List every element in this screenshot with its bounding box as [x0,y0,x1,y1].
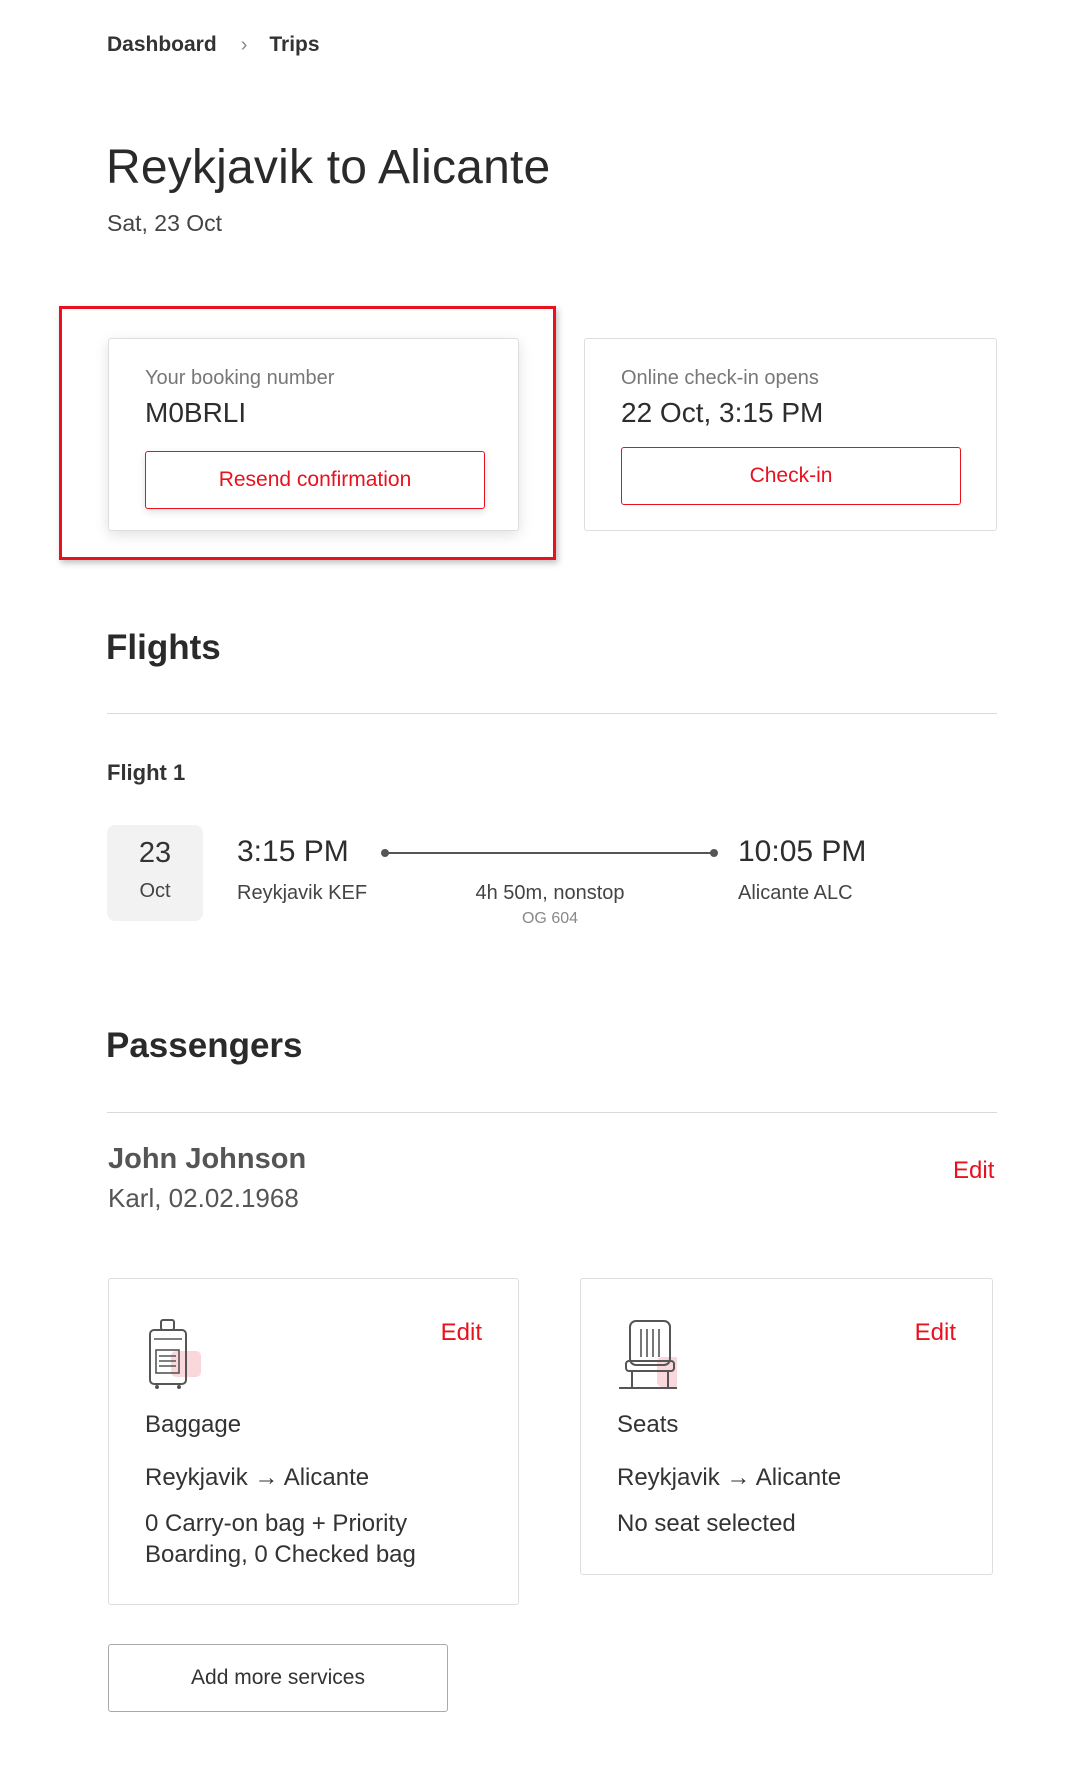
booking-number-label: Your booking number [145,367,335,389]
seats-title: Seats [617,1411,679,1438]
resend-confirmation-button[interactable]: Resend confirmation [145,451,485,509]
departure-time: 3:15 PM [237,835,349,868]
passenger-name: John Johnson [108,1143,307,1175]
edit-seats-link[interactable]: Edit [915,1319,956,1347]
checkin-opens-time: 22 Oct, 3:15 PM [621,397,824,428]
seats-card: Edit Seats Reykjavik → Alicante No seat … [580,1278,993,1575]
passengers-heading: Passengers [106,1026,303,1065]
baggage-detail: 0 Carry-on bag + Priority Boarding, 0 Ch… [145,1510,416,1568]
seat-icon [617,1319,687,1391]
arrival-time: 10:05 PM [738,835,867,868]
check-in-button[interactable]: Check-in [621,447,961,505]
edit-passenger-link[interactable]: Edit [953,1157,994,1185]
edit-baggage-link[interactable]: Edit [441,1319,482,1347]
seats-route: Reykjavik → Alicante [617,1464,842,1491]
add-more-services-button[interactable]: Add more services [108,1644,448,1712]
breadcrumb-dashboard[interactable]: Dashboard [107,33,217,57]
luggage-icon [145,1319,205,1391]
baggage-route: Reykjavik → Alicante [145,1464,370,1491]
arrival-airport: Alicante ALC [738,882,853,904]
flights-heading: Flights [106,628,221,667]
booking-card: Your booking number M0BRLI Resend confir… [108,338,519,531]
route-line [384,852,716,854]
page-title: Reykjavik to Alicante [106,141,551,194]
baggage-title: Baggage [145,1411,242,1438]
chevron-right-icon: › [240,33,248,56]
flights-divider [107,713,997,714]
breadcrumb-trips[interactable]: Trips [269,33,319,57]
flight-month: Oct [139,880,171,902]
passenger-details: Karl, 02.02.1968 [108,1183,299,1213]
route-end-dot [710,849,718,857]
flight-day: 23 [138,837,172,869]
flight-label: Flight 1 [107,760,186,785]
checkin-card: Online check-in opens 22 Oct, 3:15 PM Ch… [584,338,997,531]
departure-airport: Reykjavik KEF [237,882,368,904]
checkin-opens-label: Online check-in opens [621,367,819,389]
passengers-divider [107,1112,997,1113]
booking-number: M0BRLI [145,397,247,428]
baggage-card: Edit Baggage Reykjavik → Alicante 0 Carr… [108,1278,519,1605]
seats-detail: No seat selected [617,1510,796,1537]
trip-date: Sat, 23 Oct [107,210,223,236]
flight-date-chip: 23 Oct [107,825,203,921]
breadcrumb: Dashboard › Trips [107,33,320,57]
flight-duration: 4h 50m, nonstop [475,882,625,904]
flight-number: OG 604 [521,910,579,927]
